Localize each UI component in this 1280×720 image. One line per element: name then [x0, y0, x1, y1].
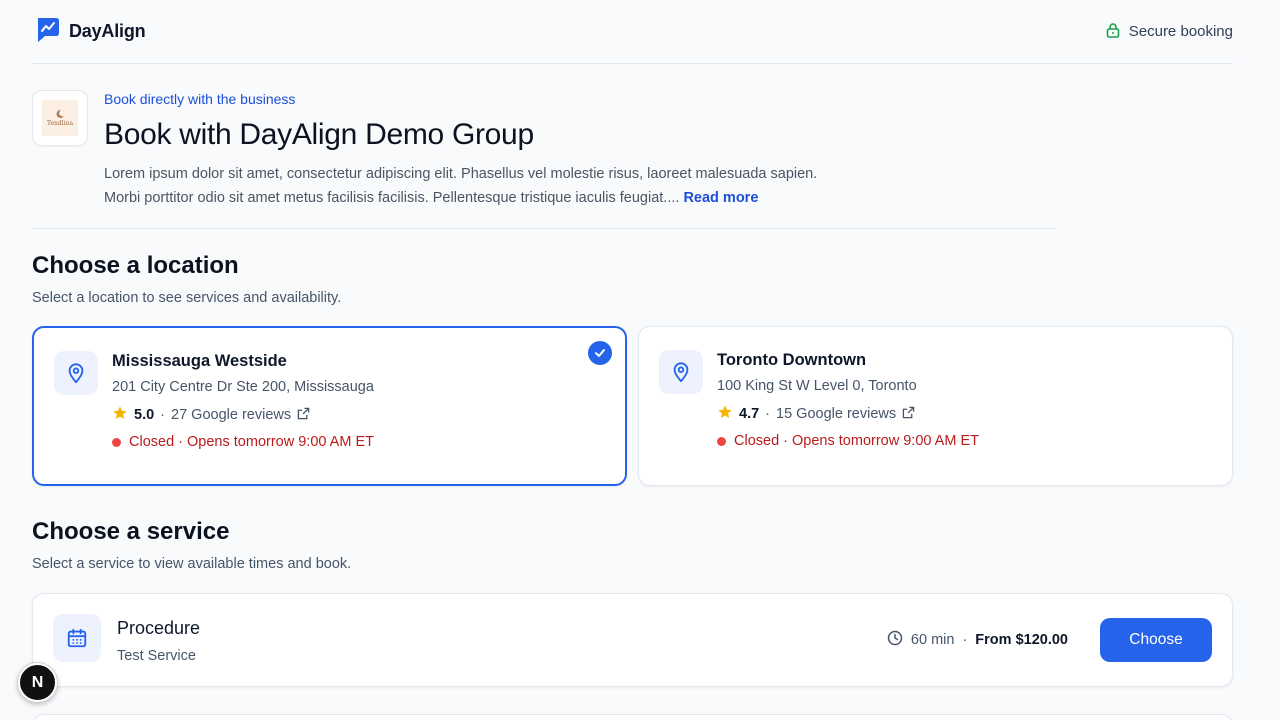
choose-button[interactable]: Choose	[1100, 618, 1212, 662]
location-status: Closed · Opens tomorrow 9:00 AM ET	[717, 433, 979, 449]
service-card-procedure[interactable]: Procedure Test Service 60 min · From $12…	[32, 593, 1233, 687]
location-rating: 5.0 · 27 Google reviews	[112, 405, 310, 425]
status-text: Closed · Opens tomorrow 9:00 AM ET	[129, 434, 374, 450]
service-price: From $120.00	[975, 632, 1068, 648]
page-title: Book with DayAlign Demo Group	[104, 118, 534, 151]
brand-logo-icon	[35, 15, 61, 48]
status-dot	[717, 436, 726, 446]
business-logo-image: Tendlina	[42, 100, 78, 136]
clock-icon	[887, 630, 903, 650]
eyebrow-text: Book directly with the business	[104, 91, 296, 107]
top-bar: DayAlign Secure booking	[32, 0, 1233, 64]
brand-name: DayAlign	[69, 21, 146, 41]
business-header: Tendlina Book directly with the business…	[32, 90, 1056, 229]
external-link-icon[interactable]	[902, 406, 915, 423]
service-card-next[interactable]	[32, 714, 1233, 720]
business-description: Lorem ipsum dolor sit amet, consectetur …	[104, 162, 834, 210]
meta-separator: ·	[962, 632, 968, 648]
secure-booking: Secure booking	[1105, 22, 1233, 42]
star-icon	[112, 405, 128, 425]
rating-value: 5.0	[134, 407, 155, 423]
location-address: 201 City Centre Dr Ste 200, Mississauga	[112, 379, 374, 395]
status-dot	[112, 437, 121, 447]
star-icon	[717, 404, 733, 424]
service-section-title: Choose a service	[32, 518, 230, 545]
reviews-link[interactable]: 15 Google reviews	[776, 406, 896, 422]
service-name: Procedure	[117, 618, 201, 638]
map-pin-icon	[54, 351, 98, 395]
brand[interactable]: DayAlign	[35, 15, 146, 48]
lock-icon	[1105, 22, 1121, 42]
logo-text: Tendlina	[46, 120, 74, 127]
map-pin-icon	[659, 350, 703, 394]
moon-icon	[56, 109, 64, 118]
external-link-icon[interactable]	[297, 407, 310, 424]
secure-label: Secure booking	[1128, 23, 1233, 40]
location-status: Closed · Opens tomorrow 9:00 AM ET	[112, 434, 374, 450]
rating-separator: ·	[160, 407, 166, 423]
location-address: 100 King St W Level 0, Toronto	[717, 378, 917, 394]
service-meta: 60 min · From $120.00	[887, 630, 1068, 650]
business-logo: Tendlina	[32, 90, 88, 146]
dev-tools-button[interactable]: N	[18, 663, 57, 702]
location-card-toronto[interactable]: Toronto Downtown 100 King St W Level 0, …	[638, 326, 1233, 486]
selected-check-icon	[588, 341, 612, 365]
location-name: Toronto Downtown	[717, 351, 867, 369]
location-section-title: Choose a location	[32, 252, 239, 279]
service-description: Test Service	[117, 648, 196, 664]
location-section-subtitle: Select a location to see services and av…	[32, 290, 342, 306]
reviews-link[interactable]: 27 Google reviews	[171, 407, 291, 423]
rating-separator: ·	[765, 406, 771, 422]
status-text: Closed · Opens tomorrow 9:00 AM ET	[734, 433, 979, 449]
service-duration: 60 min	[910, 632, 955, 648]
service-section-subtitle: Select a service to view available times…	[32, 556, 352, 572]
calendar-icon	[53, 614, 101, 662]
location-name: Mississauga Westside	[112, 352, 287, 370]
rating-value: 4.7	[739, 406, 760, 422]
read-more-link[interactable]: Read more	[683, 190, 758, 206]
location-rating: 4.7 · 15 Google reviews	[717, 404, 915, 424]
location-card-mississauga[interactable]: Mississauga Westside 201 City Centre Dr …	[32, 326, 627, 486]
